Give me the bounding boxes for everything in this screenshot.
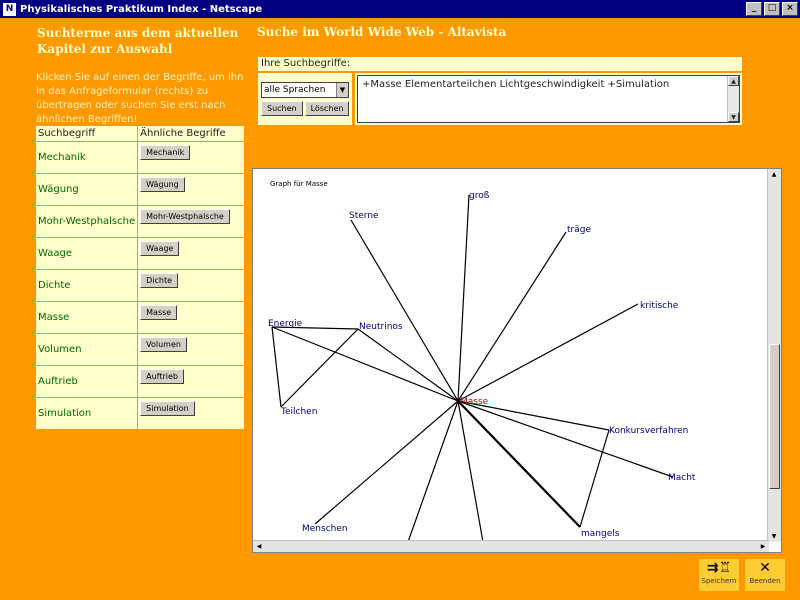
save-button[interactable]: ⇉♖ Speichern bbox=[699, 559, 739, 591]
edge-energie-teilchen bbox=[271, 326, 282, 408]
header-similar-terms: Ähnliche Begriffe bbox=[137, 125, 245, 142]
table-row: Waage Waage bbox=[34, 237, 245, 270]
table-row: Volumen Volumen bbox=[34, 333, 245, 366]
graph-node[interactable]: mangels bbox=[581, 529, 619, 539]
graph-node[interactable]: Teilchen bbox=[281, 407, 317, 417]
table-row: Mechanik Mechanik bbox=[34, 141, 245, 174]
similar-terms-button[interactable]: Volumen bbox=[140, 337, 187, 352]
term-link[interactable]: Mohr-Westphalsche bbox=[34, 205, 139, 238]
window-title: Physikalisches Praktikum Index - Netscap… bbox=[20, 3, 263, 15]
scroll-up-icon[interactable]: ▲ bbox=[728, 76, 739, 86]
search-button-row: Suchen Löschen bbox=[261, 101, 352, 116]
table-row: Wägung Wägung bbox=[34, 173, 245, 206]
table-row: Mohr-Westphalsche Mohr-Westphalsche bbox=[34, 205, 245, 238]
close-icon[interactable]: × bbox=[782, 2, 798, 16]
graph-title: Graph für Masse bbox=[270, 180, 328, 188]
scroll-up-icon[interactable]: ▲ bbox=[768, 169, 780, 180]
edge-konkurs-mangels bbox=[579, 429, 610, 528]
table-row: Dichte Dichte bbox=[34, 269, 245, 302]
graph-horizontal-scrollbar[interactable]: ◀ ▶ bbox=[253, 540, 769, 552]
graph-node-center[interactable]: Masse bbox=[460, 397, 488, 407]
query-panel: +Masse Elementarteilchen Lichtgeschwindi… bbox=[355, 73, 742, 125]
graph-applet[interactable]: Graph für Masse Masse groß Sterne träge … bbox=[252, 168, 782, 553]
graph-node[interactable]: Macht bbox=[668, 473, 695, 483]
search-controls: alle Sprachen ▼ Suchen Löschen bbox=[258, 73, 352, 125]
edge-neutrinos-teilchen bbox=[280, 328, 359, 408]
similar-terms-button[interactable]: Dichte bbox=[140, 273, 179, 288]
similar-terms-button[interactable]: Mechanik bbox=[140, 145, 191, 160]
edge-traege bbox=[457, 231, 567, 402]
edge-kritische bbox=[457, 303, 639, 402]
save-button-label: Speichern bbox=[701, 577, 737, 585]
close-x-icon: ✕ bbox=[759, 560, 771, 576]
similar-terms-button[interactable]: Mohr-Westphalsche bbox=[140, 209, 230, 224]
graph-node[interactable]: Energie bbox=[268, 319, 302, 329]
table-row: Simulation Simulation bbox=[34, 397, 245, 430]
similar-terms-button[interactable]: Auftrieb bbox=[140, 369, 185, 384]
edge-macht bbox=[457, 400, 674, 478]
window-titlebar: N Physikalisches Praktikum Index - Netsc… bbox=[0, 0, 800, 18]
quit-button[interactable]: ✕ Beenden bbox=[745, 559, 785, 591]
netscape-icon: N bbox=[3, 2, 16, 16]
search-label: Ihre Suchbegriffe: bbox=[258, 57, 742, 71]
edge-gross bbox=[457, 194, 470, 402]
similar-terms-button[interactable]: Wägung bbox=[140, 177, 185, 192]
table-header-row: Suchbegriff Ähnliche Begriffe bbox=[34, 125, 245, 142]
right-heading: Suche im World Wide Web - Altavista bbox=[257, 25, 507, 39]
vertical-scroll-thumb[interactable] bbox=[769, 344, 780, 489]
language-select[interactable]: alle Sprachen ▼ bbox=[261, 82, 349, 98]
similar-terms-button[interactable]: Simulation bbox=[140, 401, 195, 416]
scroll-down-icon[interactable]: ▼ bbox=[728, 112, 739, 122]
window-controls: _ □ × bbox=[746, 2, 798, 16]
header-search-term: Suchbegriff bbox=[34, 125, 139, 142]
query-scrollbar[interactable]: ▲ ▼ bbox=[727, 76, 739, 122]
query-textarea[interactable]: +Masse Elementarteilchen Lichtgeschwindi… bbox=[357, 75, 740, 123]
left-heading: Suchterme aus dem aktuellen Kapitel zur … bbox=[37, 26, 239, 56]
edge-energie bbox=[271, 326, 459, 402]
table-row: Auftrieb Auftrieb bbox=[34, 365, 245, 398]
left-intro-text: Klicken Sie auf einen der Begriffe, um i… bbox=[36, 72, 244, 125]
graph-node[interactable]: Konkursverfahren bbox=[609, 426, 688, 436]
graph-node[interactable]: Sterne bbox=[349, 211, 379, 221]
graph-vertical-scrollbar[interactable]: ▲ ▼ bbox=[767, 169, 781, 542]
graph-node[interactable]: groß bbox=[469, 191, 489, 201]
term-link[interactable]: Masse bbox=[34, 301, 139, 334]
query-text: +Masse Elementarteilchen Lichtgeschwindi… bbox=[362, 79, 670, 90]
edge-sterne bbox=[350, 219, 459, 402]
scroll-right-icon[interactable]: ▶ bbox=[757, 541, 769, 552]
term-link[interactable]: Wägung bbox=[34, 173, 139, 206]
graph-node[interactable]: Neutrinos bbox=[359, 322, 403, 332]
graph-node[interactable]: träge bbox=[567, 225, 591, 235]
graph-node[interactable]: kritische bbox=[640, 301, 678, 311]
clear-button[interactable]: Löschen bbox=[304, 101, 350, 116]
minimize-icon[interactable]: _ bbox=[746, 2, 762, 16]
edge-mangels bbox=[457, 400, 581, 528]
term-link[interactable]: Volumen bbox=[34, 333, 139, 366]
graph-node[interactable]: Menschen bbox=[302, 524, 348, 534]
similar-terms-button[interactable]: Masse bbox=[140, 305, 178, 320]
similar-terms-button[interactable]: Waage bbox=[140, 241, 180, 256]
maximize-icon[interactable]: □ bbox=[764, 2, 780, 16]
search-terms-table: Suchbegriff Ähnliche Begriffe Mechanik M… bbox=[34, 125, 245, 430]
graph-edges bbox=[271, 194, 674, 542]
scroll-down-icon[interactable]: ▼ bbox=[768, 531, 780, 542]
term-link[interactable]: Simulation bbox=[34, 397, 139, 430]
term-link[interactable]: Waage bbox=[34, 237, 139, 270]
term-link[interactable]: Mechanik bbox=[34, 141, 139, 174]
chevron-down-icon[interactable]: ▼ bbox=[336, 83, 348, 97]
search-button[interactable]: Suchen bbox=[261, 101, 303, 116]
edge-neutrinos bbox=[357, 328, 459, 402]
table-row: Masse Masse bbox=[34, 301, 245, 334]
term-link[interactable]: Dichte bbox=[34, 269, 139, 302]
save-print-icon: ⇉♖ bbox=[706, 560, 732, 576]
language-select-value: alle Sprachen bbox=[264, 85, 326, 95]
quit-button-label: Beenden bbox=[749, 577, 781, 585]
scroll-left-icon[interactable]: ◀ bbox=[253, 541, 265, 552]
term-link[interactable]: Auftrieb bbox=[34, 365, 139, 398]
